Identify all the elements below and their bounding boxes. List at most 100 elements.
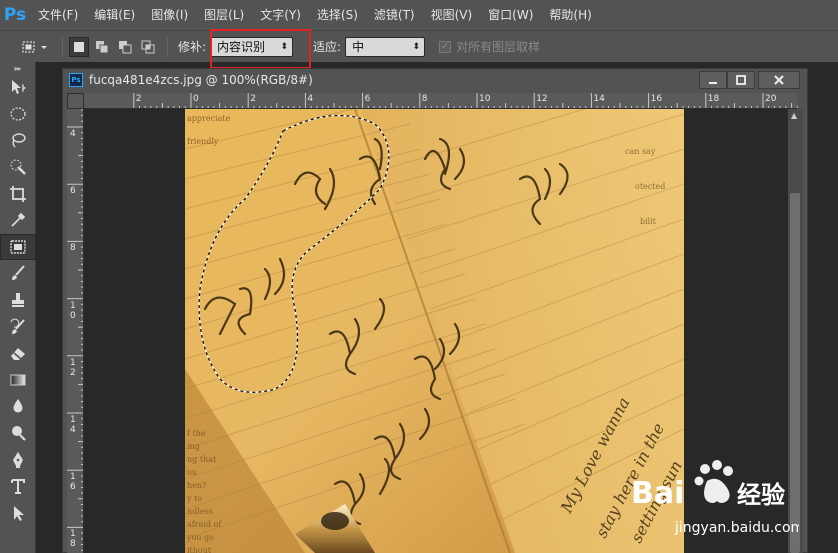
ruler-label: 0	[193, 94, 199, 104]
close-icon	[774, 75, 784, 85]
history-brush-tool[interactable]	[0, 313, 36, 340]
document-tab[interactable]: Ps fucqa481e4zcs.jpg @ 100%(RGB/8#)	[63, 69, 807, 91]
printed-text: bilit	[640, 217, 657, 226]
ellipse-marquee-icon	[10, 107, 26, 121]
menu-layer[interactable]: 图层(L)	[196, 0, 252, 30]
printed-text: ndless	[187, 507, 213, 516]
subtract-selection-icon	[119, 40, 132, 53]
printed-text: can say	[625, 147, 656, 156]
options-separator	[62, 36, 63, 57]
sample-all-layers-label: 对所有图层取样	[456, 40, 541, 54]
minimize-button[interactable]	[699, 71, 727, 89]
menu-view[interactable]: 视图(V)	[423, 0, 481, 30]
ruler-label: 4	[307, 94, 314, 104]
menu-select[interactable]: 选择(S)	[309, 0, 366, 30]
ruler-label: 12	[536, 94, 548, 104]
printed-text: hen?	[187, 481, 206, 490]
patch-tool-icon	[22, 40, 47, 53]
document-ps-icon: Ps	[69, 73, 83, 87]
panel-grip-icon[interactable]: ▸▸	[0, 62, 35, 74]
patch-tool[interactable]	[0, 233, 36, 261]
tools-panel: ▸▸	[0, 62, 36, 553]
maximize-button[interactable]	[727, 71, 755, 89]
menu-image[interactable]: 图像(I)	[143, 0, 196, 30]
sample-all-layers-option[interactable]: ✓ 对所有图层取样	[439, 38, 540, 55]
close-button[interactable]	[758, 71, 800, 89]
move-icon	[12, 80, 26, 95]
patch-option-highlight	[210, 29, 311, 69]
notebook-photo: appreciate friendly f the ing ng that ou…	[185, 109, 684, 553]
eraser-tool[interactable]	[0, 340, 36, 367]
subtract-selection-button[interactable]	[115, 37, 135, 57]
marquee-tool[interactable]	[0, 101, 36, 128]
ruler-label: 1 8	[70, 529, 76, 550]
ruler-label: 2	[135, 94, 142, 104]
printed-text: friendly	[187, 137, 219, 146]
history-brush-icon	[10, 318, 25, 334]
horizontal-ruler[interactable]: 2 0 2 4 6 8 10 12 14 16 18 20	[84, 93, 798, 109]
ruler-origin[interactable]	[67, 93, 84, 109]
gradient-icon	[10, 374, 26, 386]
move-tool[interactable]	[0, 74, 36, 101]
lasso-tool[interactable]	[0, 127, 36, 154]
watermark-url: jingyan.baidu.com	[674, 520, 799, 536]
scroll-up-icon[interactable]: ▲	[791, 111, 797, 120]
eraser-icon	[11, 348, 25, 361]
document-image[interactable]: appreciate friendly f the ing ng that ou…	[185, 109, 684, 553]
dodge-tool[interactable]	[0, 420, 36, 447]
gradient-tool[interactable]	[0, 367, 36, 394]
ruler-label: 1 4	[70, 415, 76, 435]
ruler-label: 1 6	[70, 472, 76, 493]
options-bar: 修补: 内容识别 ⬍ 适应: 中 ⬍ ✓ 对所有图层取样	[0, 30, 838, 62]
printed-text: ithout	[187, 546, 212, 553]
clone-stamp-tool[interactable]	[0, 287, 36, 314]
printed-text: y to	[186, 494, 202, 503]
crop-tool[interactable]	[0, 180, 36, 207]
baidu-logo: Bai 经验 jingyan.baidu.com	[631, 460, 804, 536]
watermark-brand: Bai	[631, 476, 684, 511]
intersect-selection-button[interactable]	[138, 37, 158, 57]
ruler-label: 20	[765, 94, 777, 104]
menu-bar: Ps 文件(F) 编辑(E) 图像(I) 图层(L) 文字(Y) 选择(S) 滤…	[0, 0, 838, 30]
menu-filter[interactable]: 滤镜(T)	[366, 0, 423, 30]
menu-file[interactable]: 文件(F)	[30, 0, 86, 30]
ruler-label: 18	[707, 94, 720, 104]
quick-selection-tool[interactable]	[0, 154, 36, 181]
ruler-label: 6	[364, 94, 371, 104]
vertical-ruler[interactable]: 4 6 8 1 0 1 2 1 4 1 6 1 8	[67, 109, 84, 553]
crop-icon	[10, 185, 26, 202]
printed-text: ing	[187, 442, 200, 451]
new-selection-icon	[74, 41, 84, 52]
ruler-label: 4	[70, 129, 76, 139]
blur-tool[interactable]	[0, 393, 36, 420]
quick-selection-icon	[10, 159, 26, 175]
pen-tool[interactable]	[0, 446, 36, 473]
tool-preset-picker[interactable]	[12, 36, 56, 58]
type-icon	[11, 479, 25, 495]
menu-help[interactable]: 帮助(H)	[541, 0, 599, 30]
watermark-brand-suffix: 经验	[737, 481, 785, 509]
eyedropper-tool[interactable]	[0, 207, 36, 234]
pen-icon	[13, 451, 23, 468]
baidu-jingyan-watermark: Bai 经验 jingyan.baidu.com	[629, 455, 804, 545]
ruler-label: 1 0	[70, 300, 76, 321]
adapt-value: 中	[352, 40, 365, 54]
brush-tool[interactable]	[0, 260, 36, 287]
adapt-dropdown[interactable]: 中 ⬍	[345, 36, 426, 57]
new-selection-button[interactable]	[69, 36, 89, 57]
add-selection-icon	[96, 40, 109, 53]
type-tool[interactable]	[0, 473, 36, 500]
printed-text: otected	[635, 182, 665, 191]
menu-window[interactable]: 窗口(W)	[480, 0, 541, 30]
brush-icon	[12, 265, 25, 281]
document-title: fucqa481e4zcs.jpg @ 100%(RGB/8#)	[89, 73, 313, 87]
menu-edit[interactable]: 编辑(E)	[86, 0, 143, 30]
sample-all-layers-checkbox[interactable]: ✓	[439, 40, 452, 53]
menu-type[interactable]: 文字(Y)	[252, 0, 309, 30]
options-separator	[167, 36, 168, 57]
patch-label: 修补:	[178, 40, 207, 54]
add-selection-button[interactable]	[92, 37, 112, 57]
photoshop-logo: Ps	[3, 5, 27, 25]
path-selection-tool[interactable]	[0, 500, 36, 527]
path-selection-icon	[14, 505, 24, 521]
